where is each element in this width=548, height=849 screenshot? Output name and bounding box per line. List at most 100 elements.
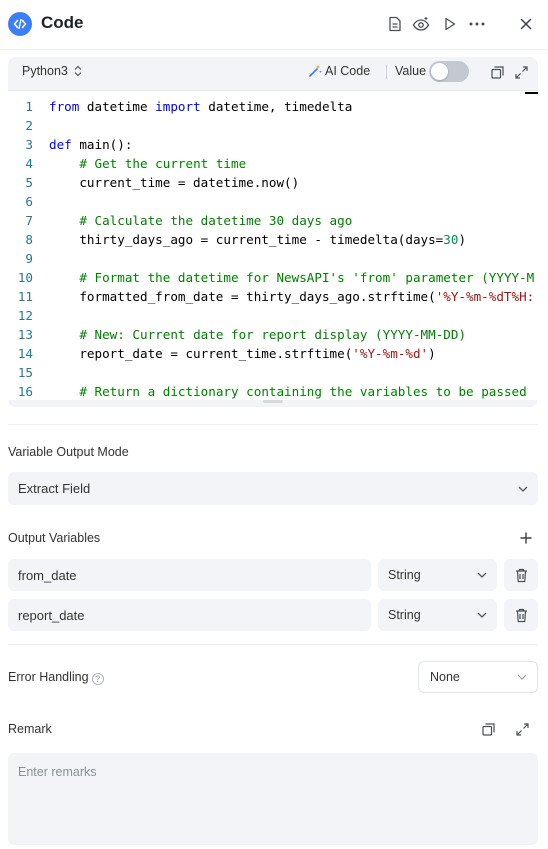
trash-icon bbox=[515, 568, 527, 582]
expand-icon[interactable] bbox=[514, 721, 530, 737]
line-code: current_time = datetime.now() bbox=[49, 175, 300, 190]
add-variable-icon[interactable] bbox=[518, 530, 534, 546]
code-line: 2 bbox=[8, 116, 538, 135]
line-number: 1 bbox=[25, 99, 33, 114]
eye-sparkle-icon[interactable] bbox=[411, 14, 431, 34]
code-line: 12 bbox=[8, 306, 538, 325]
code-line: 4 # Get the current time bbox=[8, 154, 538, 173]
code-line: 16 # Return a dictionary containing the … bbox=[8, 382, 538, 400]
code-line: 8 thirty_days_ago = current_time - timed… bbox=[8, 230, 538, 249]
delete-variable-button[interactable] bbox=[504, 559, 538, 591]
chevron-down-icon bbox=[477, 570, 487, 580]
close-icon[interactable] bbox=[516, 14, 536, 34]
code-line: 5 current_time = datetime.now() bbox=[8, 173, 538, 192]
file-icon[interactable] bbox=[385, 14, 405, 34]
line-code: # Calculate the datetime 30 days ago bbox=[79, 213, 353, 228]
variable-type-select[interactable]: String bbox=[378, 599, 497, 631]
line-number: 16 bbox=[17, 384, 33, 399]
line-number: 2 bbox=[25, 118, 33, 133]
code-line: 14 report_date = current_time.strftime('… bbox=[8, 344, 538, 363]
code-line: 11 formatted_from_date = thirty_days_ago… bbox=[8, 287, 538, 306]
resize-handle[interactable] bbox=[263, 400, 283, 403]
value-label: Value bbox=[395, 64, 427, 78]
code-line: 6 bbox=[8, 192, 538, 211]
remark-label: Remark bbox=[8, 722, 52, 736]
node-header: Code bbox=[0, 0, 548, 50]
variable-name-input[interactable]: report_date bbox=[8, 599, 371, 631]
node-title: Code bbox=[41, 13, 84, 32]
line-number: 10 bbox=[17, 270, 33, 285]
line-number: 5 bbox=[25, 175, 33, 190]
code-line: 7 # Calculate the datetime 30 days ago bbox=[8, 211, 538, 230]
code-toolbar: Python3 AI Code Value bbox=[8, 57, 538, 87]
toolbar-divider bbox=[386, 65, 387, 79]
code-node-icon bbox=[8, 12, 32, 36]
line-code: # Get the current time bbox=[79, 156, 247, 171]
line-number: 6 bbox=[25, 194, 33, 209]
section-divider bbox=[8, 424, 538, 425]
line-code: # Return a dictionary containing the var… bbox=[79, 384, 527, 399]
variable-name: from_date bbox=[18, 567, 77, 583]
line-code: thirty_days_ago = current_time - timedel… bbox=[49, 232, 467, 247]
updown-chevron-icon bbox=[74, 65, 82, 77]
remarks-input[interactable] bbox=[8, 753, 538, 845]
error-handling-label: Error Handling? bbox=[8, 670, 104, 685]
section-divider bbox=[8, 644, 538, 645]
line-number: 4 bbox=[25, 156, 33, 171]
trash-icon bbox=[515, 608, 527, 622]
chevron-down-icon bbox=[517, 672, 527, 682]
line-number: 3 bbox=[25, 137, 33, 152]
ai-code-button[interactable]: AI Code bbox=[308, 64, 370, 78]
code-editor[interactable]: 1 from datetime import datetime, timedelt… bbox=[8, 90, 538, 400]
line-number: 8 bbox=[25, 232, 33, 247]
line-code: report_date = current_time.strftime('%Y-… bbox=[49, 346, 436, 361]
copy-icon[interactable] bbox=[480, 721, 496, 737]
chevron-down-icon bbox=[518, 484, 528, 494]
error-handling-text: Error Handling bbox=[8, 670, 89, 684]
code-panel: Python3 AI Code Value 1 from datetime imp… bbox=[8, 57, 538, 407]
line-number: 7 bbox=[25, 213, 33, 228]
variable-type-select[interactable]: String bbox=[378, 559, 497, 591]
line-number: 13 bbox=[17, 327, 33, 342]
variable-name-input[interactable]: from_date bbox=[8, 559, 371, 591]
error-handling-select[interactable]: None bbox=[418, 661, 538, 693]
scroll-indicator bbox=[525, 92, 538, 94]
line-number: 15 bbox=[17, 365, 33, 380]
code-line: 10 # Format the datetime for NewsAPI's '… bbox=[8, 268, 538, 287]
copy-icon[interactable] bbox=[489, 64, 505, 80]
more-icon[interactable] bbox=[467, 14, 487, 34]
line-number: 9 bbox=[25, 251, 33, 266]
line-code: # Format the datetime for NewsAPI's 'fro… bbox=[79, 270, 535, 285]
code-line: 3 def main(): bbox=[8, 135, 538, 154]
variable-type: String bbox=[388, 568, 421, 582]
play-icon[interactable] bbox=[440, 14, 460, 34]
line-number: 12 bbox=[17, 308, 33, 323]
variable-output-mode-label: Variable Output Mode bbox=[8, 445, 129, 459]
line-code: formatted_from_date = thirty_days_ago.st… bbox=[49, 289, 535, 304]
variable-output-mode-select[interactable]: Extract Field bbox=[8, 472, 538, 505]
error-handling-value: None bbox=[430, 670, 460, 684]
line-code: def main(): bbox=[49, 137, 133, 152]
ai-wand-icon bbox=[309, 65, 322, 77]
variable-name: report_date bbox=[18, 607, 85, 623]
variable-type: String bbox=[388, 608, 421, 622]
language-label: Python3 bbox=[22, 64, 68, 78]
chevron-down-icon bbox=[477, 610, 487, 620]
line-code: # New: Current date for report display (… bbox=[79, 327, 467, 342]
code-line: 13 # New: Current date for report displa… bbox=[8, 325, 538, 344]
expand-icon[interactable] bbox=[513, 64, 529, 80]
line-code: from datetime import datetime, timedelta bbox=[49, 99, 353, 114]
toggle-knob bbox=[431, 63, 448, 80]
help-icon[interactable]: ? bbox=[91, 673, 104, 685]
value-toggle[interactable] bbox=[429, 61, 469, 82]
variable-output-mode-value: Extract Field bbox=[18, 481, 91, 496]
ai-code-label: AI Code bbox=[325, 64, 371, 78]
line-number: 14 bbox=[17, 346, 33, 361]
code-line: 9 bbox=[8, 249, 538, 268]
output-variables-label: Output Variables bbox=[8, 531, 101, 545]
delete-variable-button[interactable] bbox=[504, 599, 538, 631]
language-select[interactable]: Python3 bbox=[22, 64, 82, 78]
code-line: 15 bbox=[8, 363, 538, 382]
line-number: 11 bbox=[17, 289, 33, 304]
code-line: 1 from datetime import datetime, timedelt… bbox=[8, 97, 538, 116]
